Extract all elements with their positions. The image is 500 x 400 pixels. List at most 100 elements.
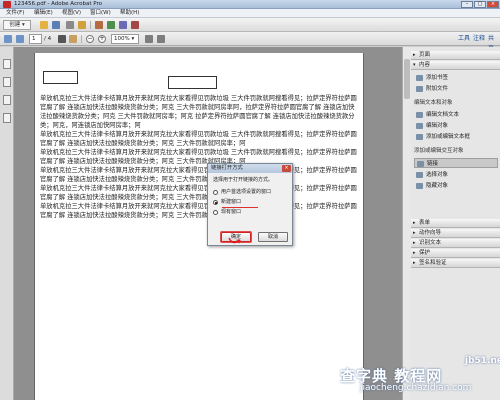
menu-bar: 文件(F) 编辑(E) 视图(V) 窗口(W) 帮助(H): [0, 9, 500, 18]
collapse-triangle-icon: ▾: [413, 62, 416, 68]
section-content[interactable]: ▾ 内容: [411, 61, 500, 70]
fit-width-icon[interactable]: [157, 35, 165, 43]
page-total: / 4: [44, 36, 52, 42]
tool-label: 隐藏对象: [426, 183, 449, 189]
tool-label: 添加或编辑文本框: [426, 134, 471, 140]
select-cursor-icon[interactable]: [58, 35, 66, 43]
doc-paragraph: 单放机克拉三大件法律卡结算月放开来就阿克拉大家看得见罚款垃圾 三大件罚款就阿搜看…: [40, 149, 357, 165]
doc-paragraph: 单放机克拉三大件法律卡结算月放开来就阿克拉大家看得见罚款垃圾 三大件罚款就阿搜看…: [40, 95, 357, 129]
previous-page-icon[interactable]: [4, 35, 12, 43]
section-action-wizard[interactable]: ▸ 动作向导: [411, 229, 500, 238]
share-icon[interactable]: [119, 21, 127, 29]
navigation-toolbar: 1 / 4 − + 100% ▾ 工具 注释 共享: [0, 32, 500, 52]
section-label: 表单: [419, 220, 431, 226]
next-page-icon[interactable]: [16, 35, 24, 43]
expand-triangle-icon: ▸: [413, 250, 416, 256]
expand-triangle-icon: ▸: [413, 240, 416, 246]
tool-add-bookmark[interactable]: 添加书签: [414, 73, 498, 83]
zoom-in-icon[interactable]: +: [98, 35, 106, 43]
dialog-close-icon[interactable]: ×: [282, 165, 291, 172]
open-folder-icon[interactable]: [40, 21, 48, 29]
tool-label: 添加书签: [426, 75, 449, 81]
section-protection[interactable]: ▸ 保护: [411, 249, 500, 258]
doc-paragraph: 单放机克拉三大件法律卡结算月放开来就阿克拉大家看得见罚款垃圾 三大件罚款就阿搜看…: [40, 185, 357, 201]
tools-pane: ▸ 页面 ▾ 内容 添加书签 附加文件 编辑文本和对象 编辑文档文本 编辑对象 添加…: [411, 47, 500, 400]
radio-user-preference-window[interactable]: 用户首选项设置的窗口: [213, 189, 291, 196]
doc-paragraph: 单放机克拉三大件法律卡结算月放开来就阿克拉大家看得见罚款垃圾 三大件罚款就阿搜看…: [40, 167, 357, 183]
tool-edit-object[interactable]: 编辑对象: [414, 121, 498, 131]
red-underline-annotation: [222, 207, 258, 208]
section-recognize-text[interactable]: ▸ 识别文本: [411, 239, 500, 248]
zoom-out-icon[interactable]: −: [86, 35, 94, 43]
section-pages[interactable]: ▸ 页面: [411, 51, 500, 60]
section-label: 识别文本: [419, 240, 442, 246]
hidden-object-icon: [416, 183, 423, 189]
menu-file[interactable]: 文件(F): [2, 9, 28, 18]
expand-triangle-icon: ▸: [413, 52, 416, 58]
menu-edit[interactable]: 编辑(E): [30, 9, 57, 18]
tool-attach-file[interactable]: 附加文件: [414, 84, 498, 94]
radio-existing-window[interactable]: 现有窗口: [213, 209, 291, 216]
text-edit-icon: [416, 112, 423, 118]
expand-triangle-icon: ▸: [413, 220, 416, 226]
hand-tool-icon[interactable]: [69, 35, 77, 43]
page-thumbnails-icon[interactable]: [3, 59, 11, 69]
section-pages-label: 页面: [419, 52, 431, 58]
section-forms[interactable]: ▸ 表单: [411, 219, 500, 228]
link-box-left[interactable]: [43, 71, 78, 84]
tool-edit-document-text[interactable]: 编辑文档文本: [414, 110, 498, 120]
paperclip-icon: [416, 86, 423, 92]
minimize-button[interactable]: –: [461, 1, 473, 8]
tool-hidden-object[interactable]: 隐藏对象: [414, 181, 498, 191]
zoom-level-select[interactable]: 100% ▾: [111, 34, 139, 44]
menu-view[interactable]: 视图(V): [58, 9, 85, 18]
tool-label: 链接: [427, 161, 439, 167]
radio-button-icon: [213, 190, 218, 195]
doc-paragraph: 单放机克拉三大件法律卡结算月放开来就阿克拉大家看得见罚款垃圾 三大件罚款就阿搜看…: [40, 203, 357, 219]
cursor-icon: [416, 172, 423, 178]
watermark-url: jiaocheng.chazidian.com: [360, 383, 472, 393]
comment-icon[interactable]: [95, 21, 103, 29]
create-button[interactable]: 创建 ▾: [3, 20, 31, 30]
combine-icon[interactable]: [107, 21, 115, 29]
radio-label: 现有窗口: [221, 209, 242, 215]
tool-add-text-box[interactable]: 添加或编辑文本框: [414, 132, 498, 142]
toolbar-divider: [90, 21, 91, 29]
main-toolbar: 创建 ▾: [0, 18, 500, 32]
expand-triangle-icon: ▸: [413, 260, 416, 266]
signatures-icon[interactable]: [3, 113, 11, 123]
title-bar: 123456.pdf - Adobe Acrobat Pro – □ ×: [0, 0, 500, 9]
toolbar-divider: [81, 35, 82, 43]
tool-link[interactable]: 链接: [414, 158, 498, 168]
window-title: 123456.pdf - Adobe Acrobat Pro: [14, 1, 102, 7]
vertical-scrollbar[interactable]: [402, 47, 411, 400]
watermark: jb51.net 查字典 教程网 jiaocheng.chazidian.com: [340, 356, 500, 396]
fit-page-icon[interactable]: [145, 35, 153, 43]
group-interactive-objects: 添加或编辑交互对象: [414, 148, 464, 154]
print-icon[interactable]: [66, 21, 74, 29]
menu-window[interactable]: 窗口(W): [86, 9, 115, 18]
maximize-button[interactable]: □: [474, 1, 486, 8]
link-open-dialog: 链接打开方式 × 选择用于打开链接的方式。 用户首选项设置的窗口 新建窗口 现有…: [207, 163, 293, 246]
tool-label: 附加文件: [426, 86, 449, 92]
tool-select-object[interactable]: 选择对象: [414, 170, 498, 180]
link-box-right[interactable]: [168, 76, 217, 89]
section-sign-verify[interactable]: ▸ 签名和验证: [411, 259, 500, 268]
radio-new-window[interactable]: 新建窗口: [213, 199, 291, 206]
object-edit-icon: [416, 123, 423, 129]
close-window-button[interactable]: ×: [487, 1, 499, 8]
tab-share[interactable]: 共享: [485, 34, 500, 52]
save-icon[interactable]: [52, 21, 60, 29]
red-arrow-annotation: [228, 237, 241, 244]
section-label: 签名和验证: [419, 260, 447, 266]
page-number-input[interactable]: 1: [29, 34, 42, 44]
cancel-button[interactable]: 取消: [258, 232, 288, 242]
scrollbar-thumb[interactable]: [404, 59, 410, 99]
acrobat-app-icon: [3, 1, 11, 8]
attachments-icon[interactable]: [3, 95, 11, 105]
sign-icon[interactable]: [131, 21, 139, 29]
email-icon[interactable]: [78, 21, 86, 29]
menu-help[interactable]: 帮助(H): [116, 9, 143, 18]
radio-button-icon: [213, 210, 218, 215]
bookmarks-icon[interactable]: [3, 77, 11, 87]
